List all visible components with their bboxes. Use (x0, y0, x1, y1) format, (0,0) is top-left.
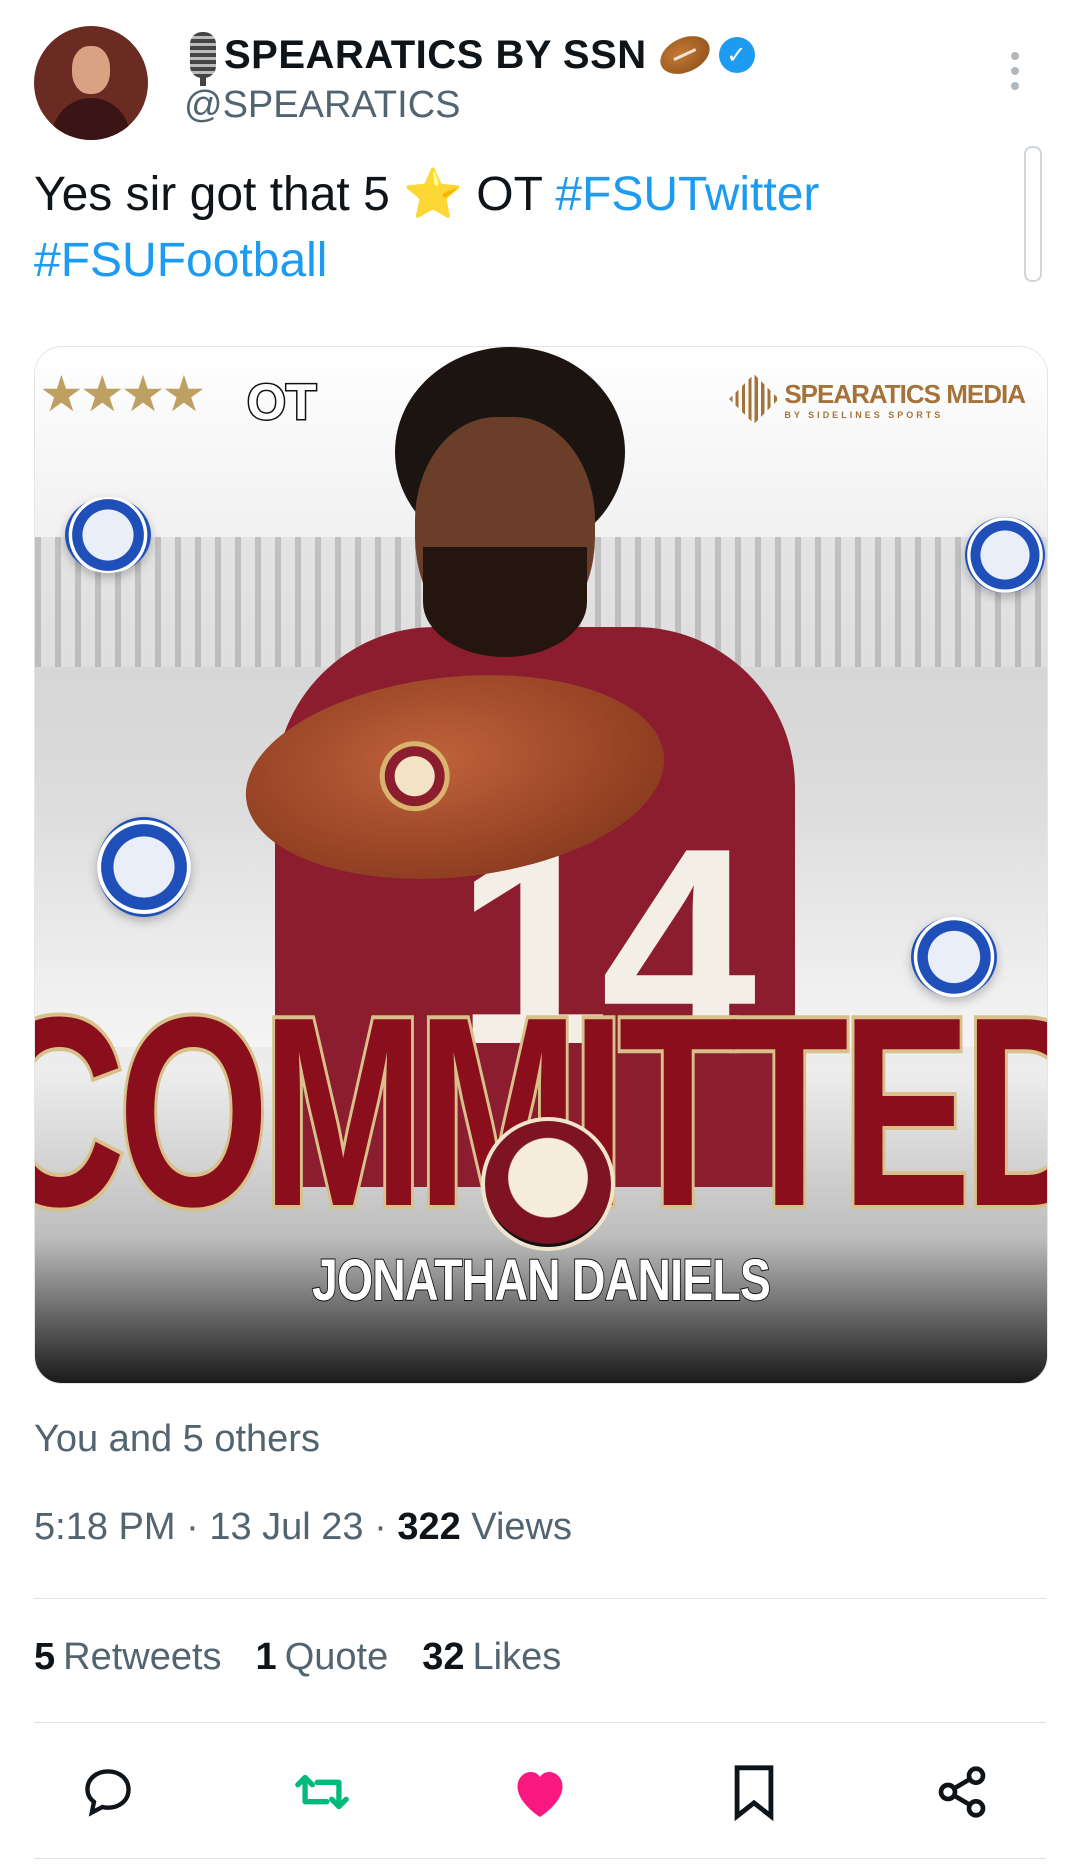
like-button[interactable] (500, 1752, 580, 1832)
brand-name: SPEARATICS MEDIA (784, 378, 1026, 409)
views-count: 322 (397, 1506, 461, 1548)
avatar-shirt (52, 98, 130, 140)
retweets-count: 5 (34, 1636, 56, 1678)
separator: · (186, 1506, 199, 1548)
tweet-detail-page: SPEARATICS BY SSN ✓ @SPEARATICS Yes sir … (0, 0, 1080, 1874)
reply-icon (85, 1769, 131, 1817)
views-label: Views (471, 1506, 572, 1548)
poker-chip-icon (65, 497, 151, 573)
tweet-date[interactable]: 13 Jul 23 (209, 1506, 363, 1548)
poker-chip-icon (97, 817, 191, 917)
quotes-count: 1 (255, 1636, 277, 1678)
divider (34, 1598, 1046, 1599)
hashtag-link[interactable]: #FSUFootball (34, 234, 327, 287)
poker-chip-icon (965, 517, 1045, 593)
player-name: JONATHAN DANIELS (311, 1247, 771, 1314)
fsu-seminole-logo-icon (481, 1117, 615, 1251)
brand-subtitle: BY SIDELINES SPORTS (784, 409, 944, 420)
star-emoji: ⭐ (403, 168, 463, 221)
share-icon (938, 1766, 986, 1818)
like-icon (517, 1772, 563, 1817)
hashtag-link[interactable]: #FSUTwitter (555, 168, 819, 221)
bookmark-button[interactable] (714, 1752, 794, 1832)
tweet-time[interactable]: 5:18 PM (34, 1506, 176, 1548)
football-icon (653, 28, 716, 82)
tweet-text: Yes sir got that 5 ⭐ OT #FSUTwitter #FSU… (34, 162, 974, 294)
seminole-logo-icon (376, 737, 454, 815)
tweet-text-part: OT (462, 168, 556, 221)
microphone-icon (190, 32, 216, 86)
retweet-icon (295, 1774, 349, 1810)
retweets-stat[interactable]: 5 Retweets (34, 1636, 222, 1679)
likes-count: 32 (422, 1636, 465, 1678)
reply-button[interactable] (68, 1752, 148, 1832)
separator: · (374, 1506, 387, 1548)
likes-label: Likes (472, 1636, 562, 1678)
quotes-label: Quote (284, 1636, 389, 1678)
player-beard (423, 547, 587, 657)
avatar-face (72, 46, 110, 94)
author-handle[interactable]: @SPEARATICS (184, 84, 460, 127)
action-bar (0, 1752, 1080, 1832)
author-name-row[interactable]: SPEARATICS BY SSN ✓ (190, 28, 755, 86)
likes-stat[interactable]: 32 Likes (422, 1636, 561, 1679)
quotes-stat[interactable]: 1 Quote (256, 1636, 389, 1679)
divider (34, 1722, 1046, 1723)
text-scrollbar[interactable] (1024, 146, 1042, 282)
author-avatar[interactable] (34, 26, 148, 140)
retweet-button[interactable] (282, 1752, 362, 1832)
tweet-timestamp: 5:18 PM · 13 Jul 23 · 322 Views (34, 1506, 572, 1549)
tweet-text-part: Yes sir got that 5 (34, 168, 404, 221)
more-options-icon[interactable] (1010, 52, 1020, 90)
tweet-image[interactable]: ★★★★ OT SPEARATICS MEDIA BY SIDELINES SP… (34, 346, 1048, 1384)
share-button[interactable] (922, 1752, 1002, 1832)
retweets-label: Retweets (63, 1636, 222, 1678)
recruit-star-rating: ★★★★ (39, 366, 206, 422)
author-display-name[interactable]: SPEARATICS BY SSN (224, 33, 647, 78)
social-context[interactable]: You and 5 others (34, 1418, 320, 1461)
divider (34, 1858, 1046, 1859)
verified-badge-icon[interactable]: ✓ (718, 37, 755, 73)
engagement-stats: 5 Retweets 1 Quote 32 Likes (34, 1636, 561, 1679)
bookmark-icon (734, 1765, 774, 1821)
